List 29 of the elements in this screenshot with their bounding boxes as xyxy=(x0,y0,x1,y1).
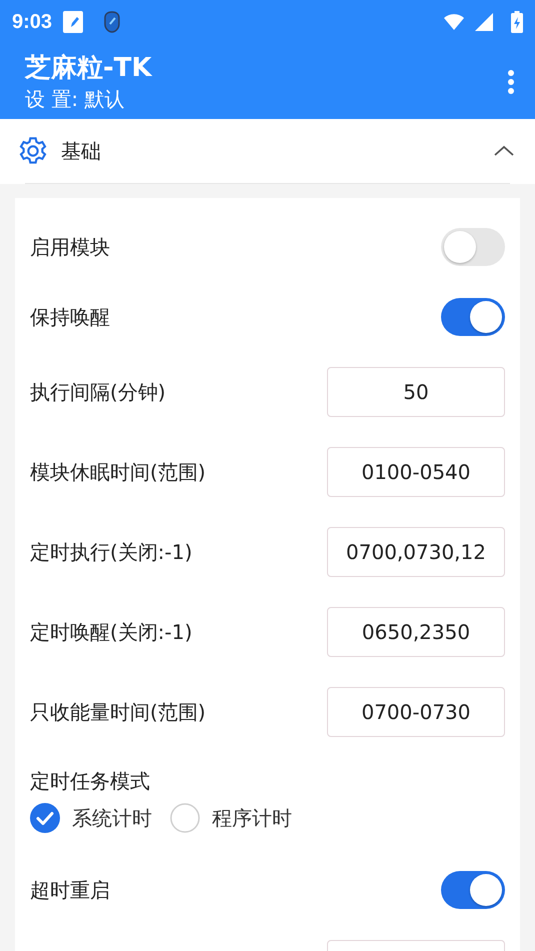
toggle-switch[interactable] xyxy=(441,871,505,909)
input-field[interactable]: 0100-0540 xyxy=(327,447,505,497)
input-field[interactable]: 0700,0730,12 xyxy=(327,527,505,577)
setting-label: 模块休眠时间(范围) xyxy=(30,458,206,486)
more-menu-icon[interactable] xyxy=(507,68,515,94)
radio-option[interactable]: 程序计时 xyxy=(170,803,292,833)
app-subtitle: 设 置: 默认 xyxy=(25,86,126,112)
input-field[interactable]: 50 xyxy=(327,367,505,417)
setting-label: 保持唤醒 xyxy=(30,304,110,330)
battery-icon xyxy=(511,11,523,33)
chevron-up-icon[interactable] xyxy=(493,144,515,158)
setting-label: 超时重启 xyxy=(30,876,110,904)
input-field[interactable]: 0650,2350 xyxy=(327,607,505,657)
setting-label: 定时唤醒(关闭:-1) xyxy=(30,618,192,646)
radio-option[interactable]: 系统计时 xyxy=(30,803,152,833)
shield-icon xyxy=(102,10,122,34)
wifi-icon xyxy=(443,13,465,31)
setting-label: 只收能量时间(范围) xyxy=(30,698,206,726)
input-field[interactable]: 0700-0730 xyxy=(327,687,505,737)
setting-label: 定时执行(关闭:-1) xyxy=(30,538,192,566)
toggle-switch[interactable] xyxy=(441,228,505,266)
signal-icon xyxy=(475,13,493,31)
setting-label: 启用模块 xyxy=(30,234,110,260)
setting-label: 定时任务模式 xyxy=(30,768,151,795)
status-time: 9:03 xyxy=(12,10,52,34)
app-title: 芝麻粒-TK xyxy=(25,52,154,84)
notepad-icon xyxy=(62,10,84,34)
setting-label: 执行间隔(分钟) xyxy=(30,378,166,406)
toggle-switch[interactable] xyxy=(441,298,505,336)
